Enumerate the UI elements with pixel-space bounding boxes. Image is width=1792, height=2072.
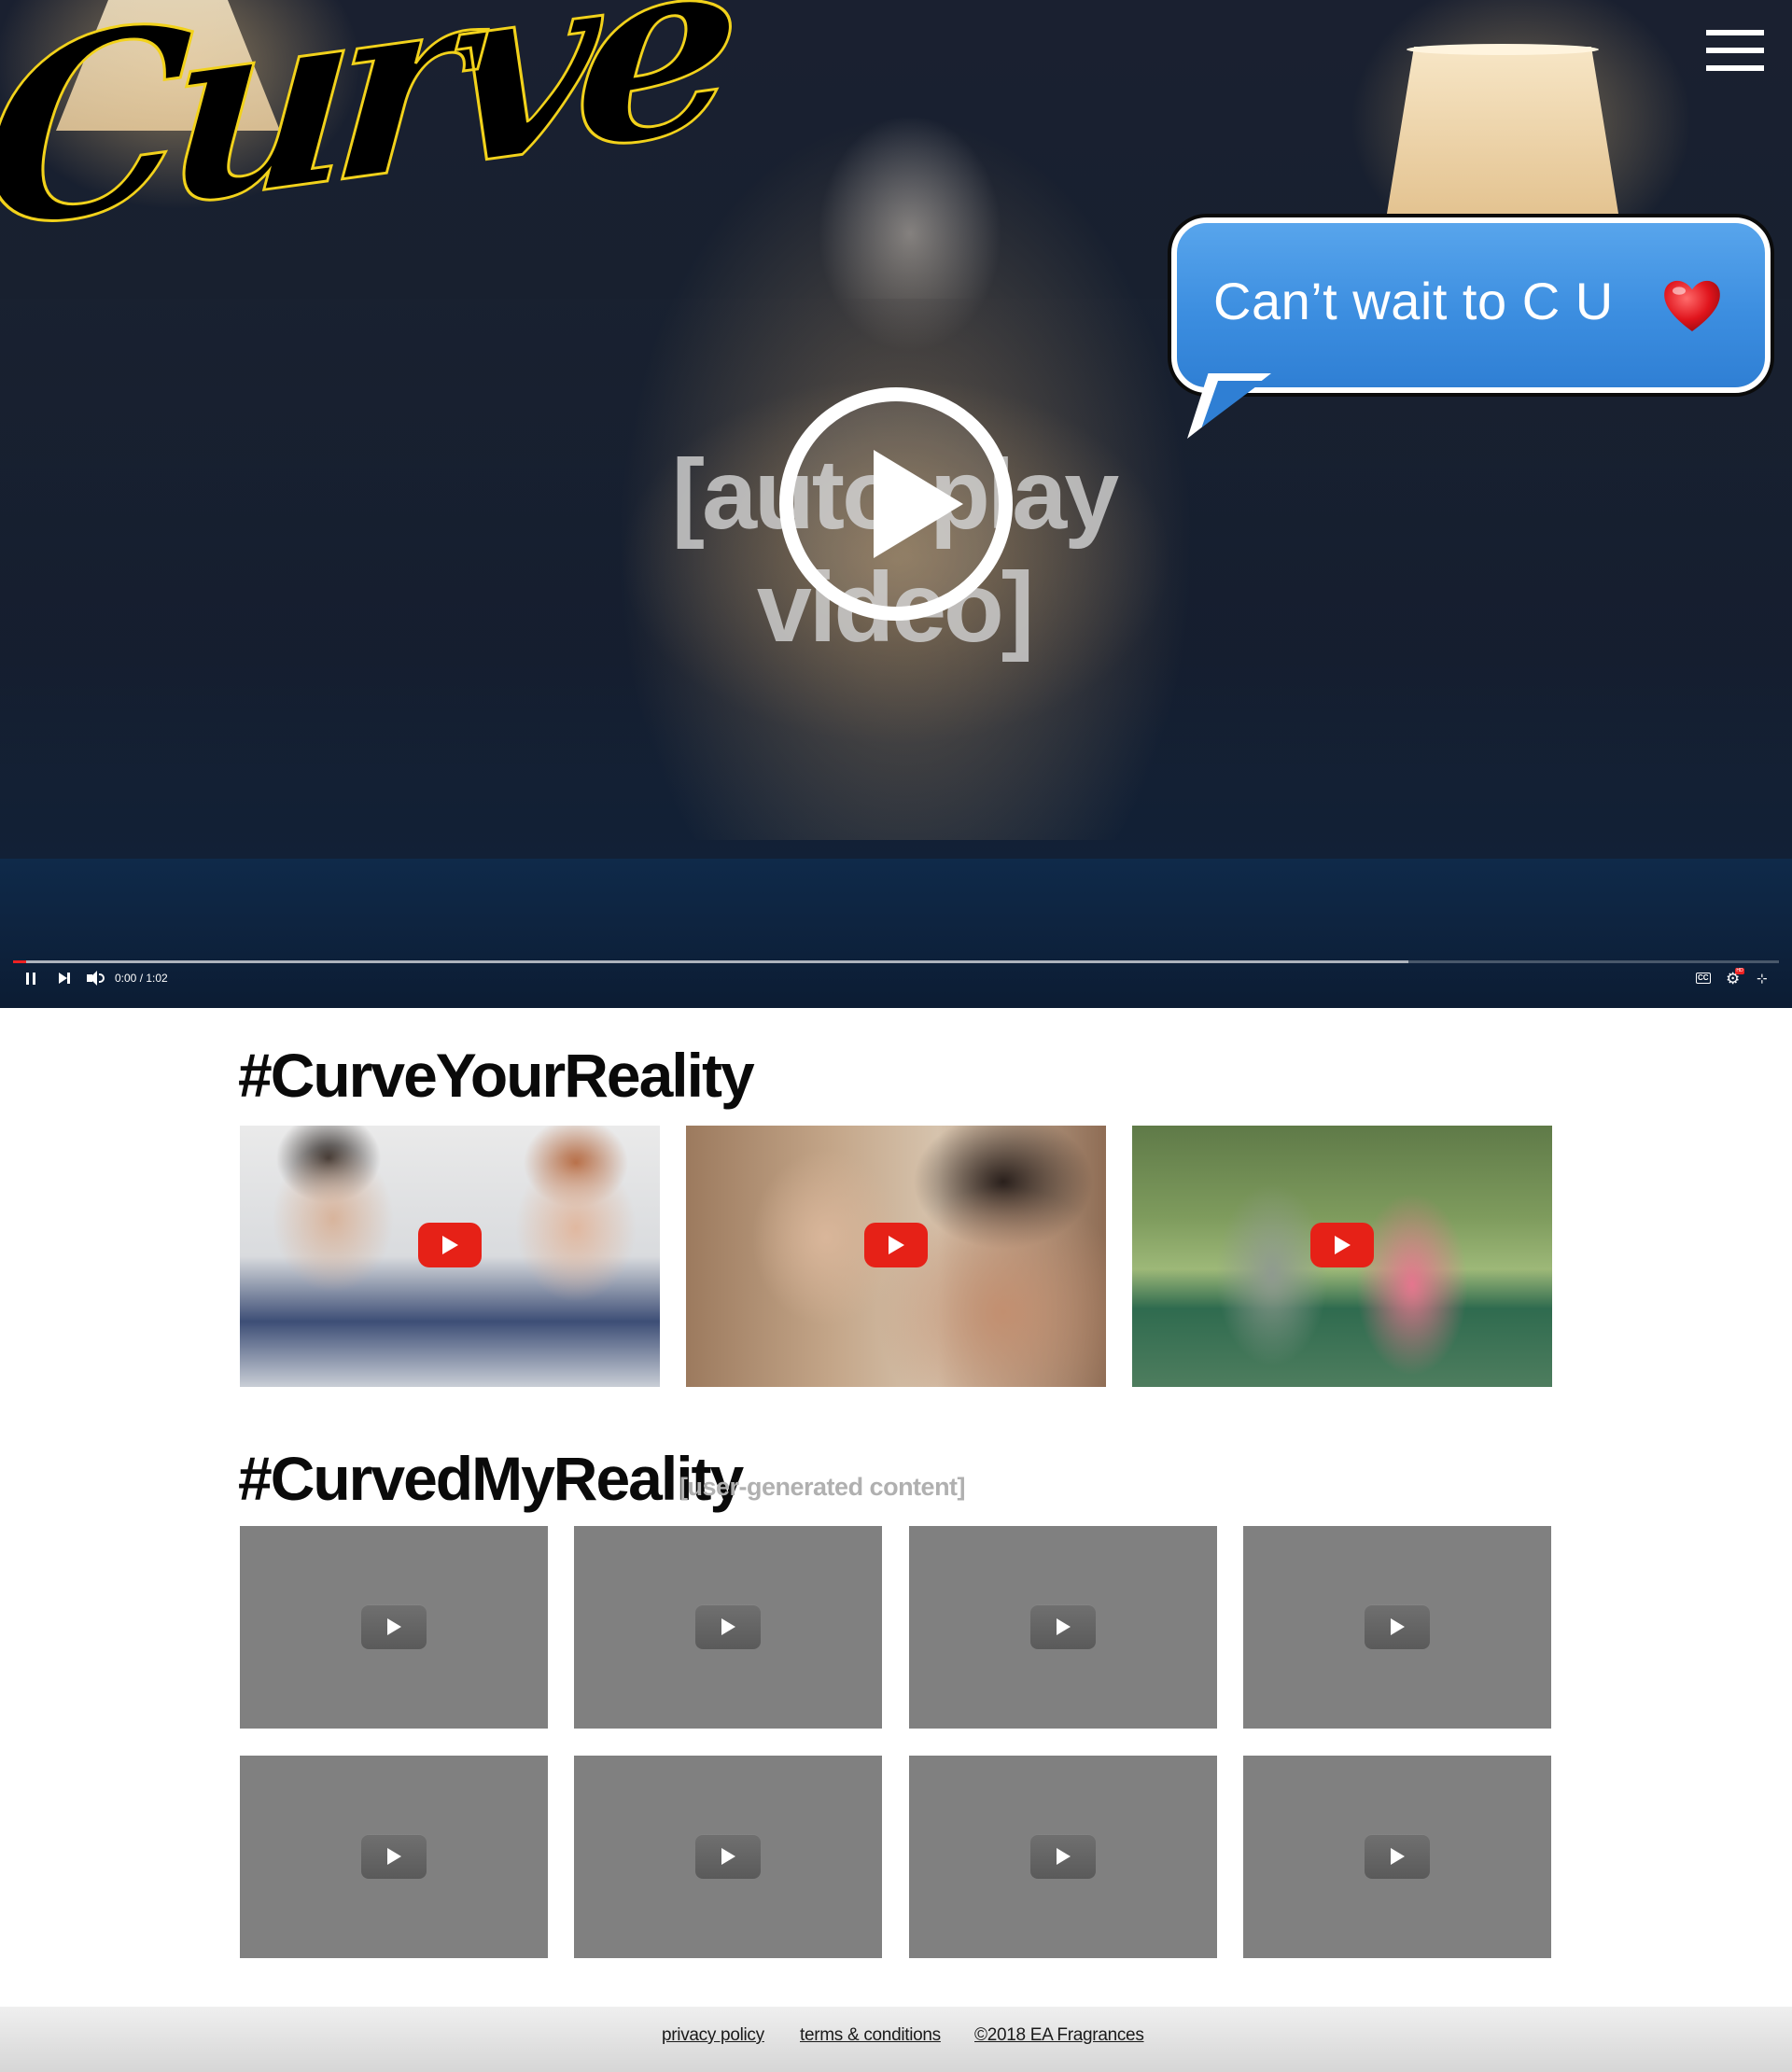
copyright-text: ©2018 EA Fragrances: [974, 2025, 1144, 2045]
time-readout: 0:00 / 1:02: [115, 972, 168, 985]
ugc-subtitle: [user-generated content]: [679, 1473, 966, 1501]
youtube-play-icon[interactable]: [864, 1223, 928, 1267]
video-thumbnail[interactable]: [1132, 1126, 1552, 1387]
curve-your-reality-title: #CurveYourReality: [238, 1041, 755, 1110]
hero-video[interactable]: Curve Can’t wait to C U [auto-play video…: [0, 0, 1792, 1008]
video-thumbnail[interactable]: [686, 1126, 1106, 1387]
message-text: Can’t wait to C U: [1213, 272, 1614, 330]
play-icon: [874, 450, 963, 558]
youtube-play-icon[interactable]: [418, 1223, 482, 1267]
ugc-video-placeholder[interactable]: [574, 1526, 882, 1729]
lamp-right-top: [1407, 44, 1599, 55]
ugc-video-placeholder[interactable]: [240, 1756, 548, 1958]
play-icon[interactable]: [1030, 1834, 1096, 1879]
ugc-video-placeholder[interactable]: [240, 1526, 548, 1729]
volume-icon[interactable]: [87, 967, 107, 989]
curved-my-reality-title: #CurvedMyReality: [238, 1444, 744, 1513]
settings-icon[interactable]: ⚙ HD: [1726, 967, 1744, 989]
play-icon[interactable]: [361, 1834, 427, 1879]
play-icon[interactable]: [695, 1834, 761, 1879]
ugc-video-placeholder[interactable]: [909, 1756, 1217, 1958]
progress-buffered: [13, 960, 1408, 963]
play-icon[interactable]: [1030, 1604, 1096, 1649]
hamburger-menu-icon[interactable]: [1706, 30, 1764, 71]
terms-link[interactable]: terms & conditions: [800, 2025, 941, 2046]
video-control-bar: 0:00 / 1:02 CC ⚙ HD ⊹: [0, 967, 1792, 991]
video-thumbnail[interactable]: [240, 1126, 660, 1387]
youtube-play-icon[interactable]: [1310, 1223, 1374, 1267]
play-icon[interactable]: [695, 1604, 761, 1649]
ugc-video-placeholder[interactable]: [909, 1526, 1217, 1729]
play-icon[interactable]: [1365, 1604, 1430, 1649]
lamp-right: [1386, 47, 1619, 219]
privacy-policy-link[interactable]: privacy policy: [662, 2025, 764, 2046]
ugc-video-placeholder[interactable]: [1243, 1756, 1551, 1958]
play-icon[interactable]: [361, 1604, 427, 1649]
heart-icon: [1664, 280, 1720, 331]
next-icon[interactable]: [59, 967, 74, 989]
curve-logo[interactable]: Curve: [0, 0, 755, 302]
video-progress-bar[interactable]: [13, 960, 1779, 963]
cc-icon[interactable]: CC: [1696, 967, 1713, 989]
fullscreen-exit-icon[interactable]: ⊹: [1757, 967, 1771, 989]
ugc-video-placeholder[interactable]: [574, 1756, 882, 1958]
ugc-video-placeholder[interactable]: [1243, 1526, 1551, 1729]
pause-icon[interactable]: [26, 967, 39, 989]
play-button[interactable]: [779, 387, 1013, 621]
play-icon[interactable]: [1365, 1834, 1430, 1879]
progress-played: [13, 960, 26, 963]
